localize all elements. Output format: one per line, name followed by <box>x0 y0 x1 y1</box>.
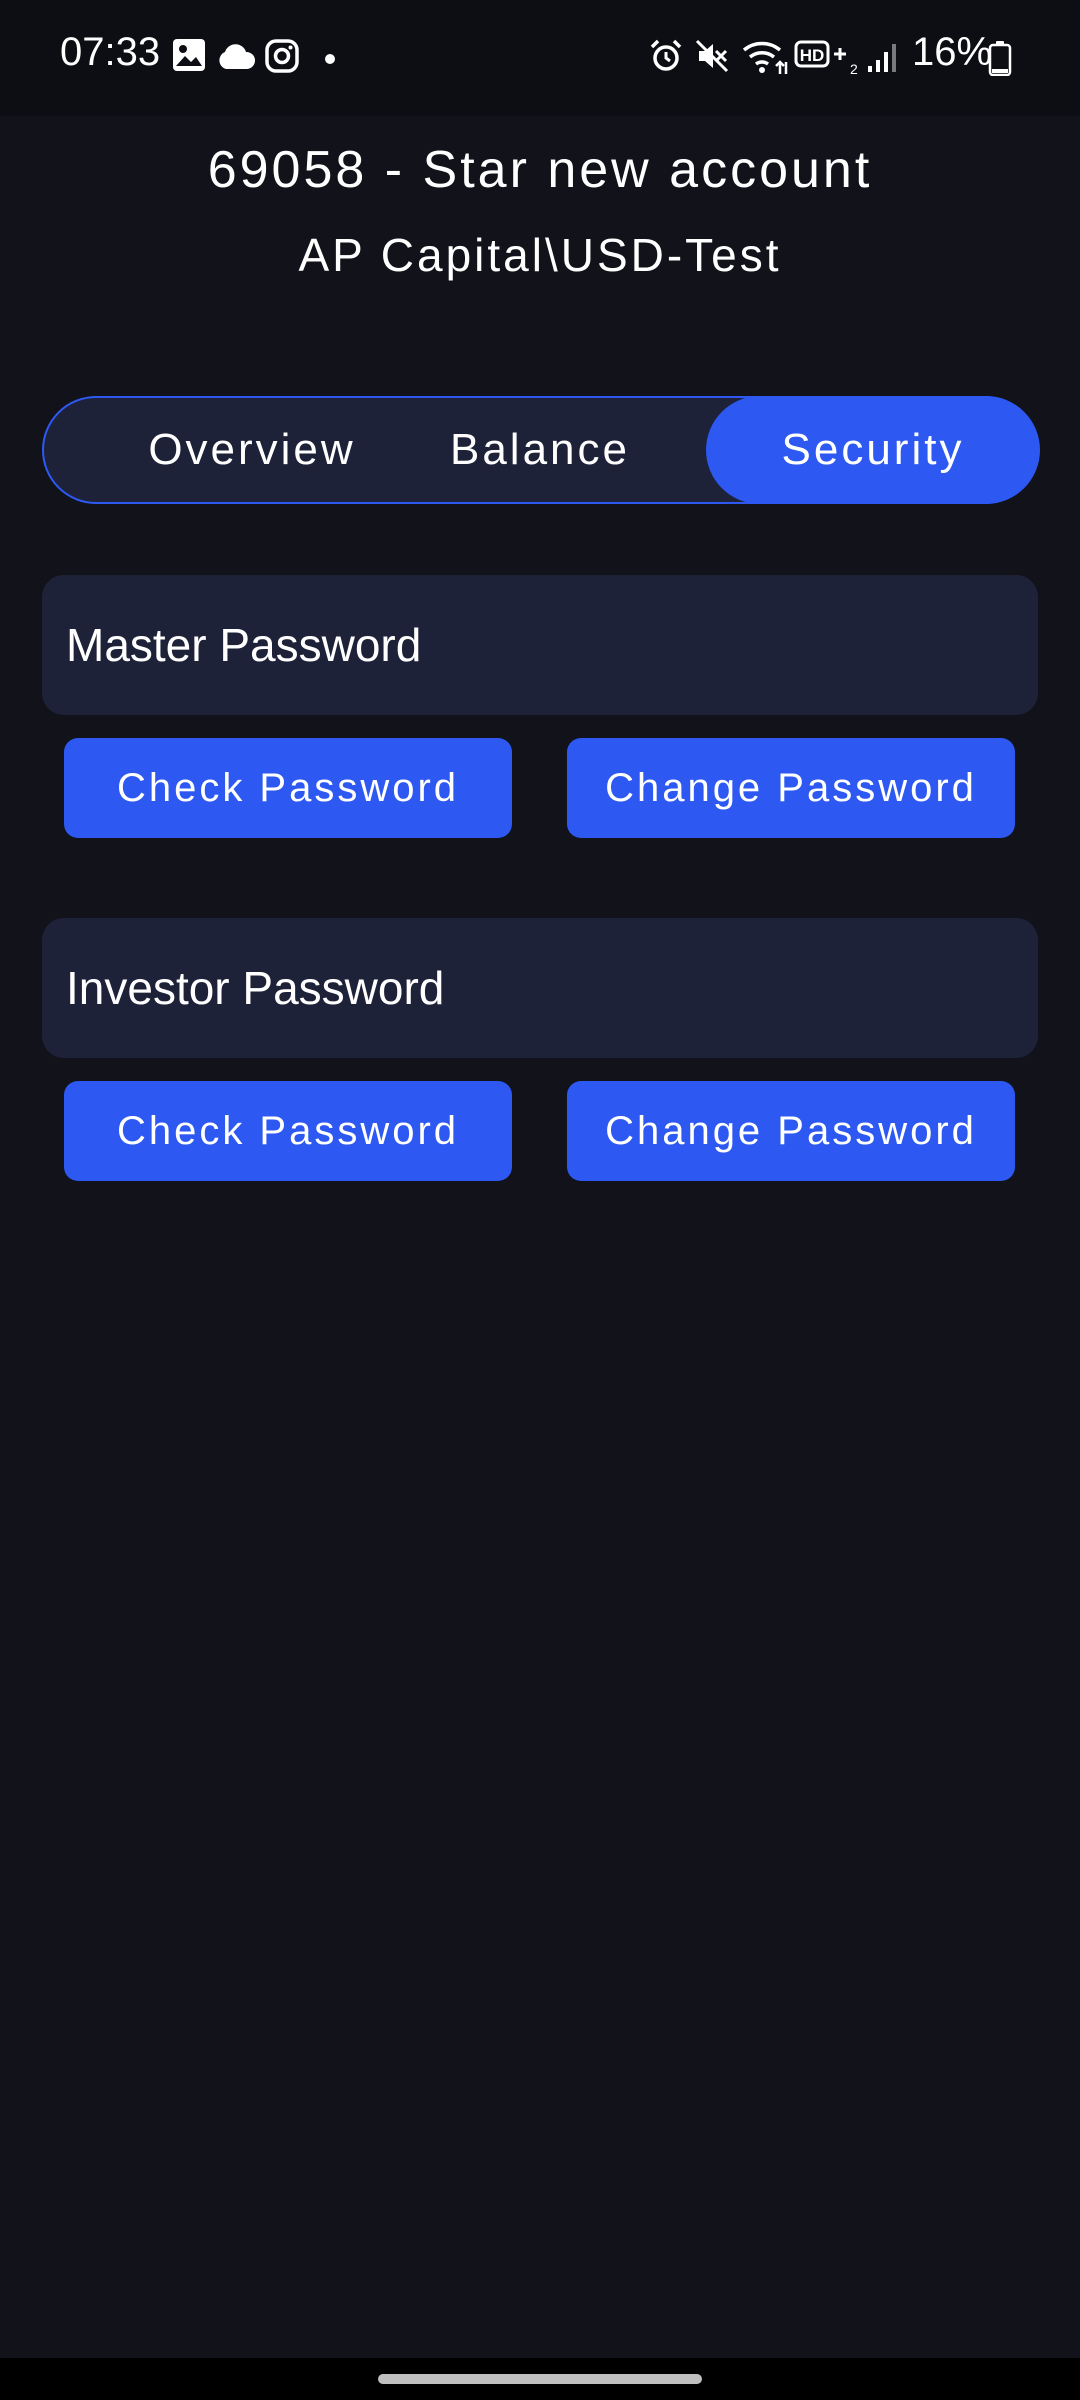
instagram-icon <box>264 38 300 79</box>
tab-security[interactable]: Security <box>706 396 1040 504</box>
status-bar: 07:33 HD 2 16% <box>0 0 1080 116</box>
alarm-icon <box>648 38 684 79</box>
battery-icon <box>988 40 1012 81</box>
svg-text:HD: HD <box>800 46 825 65</box>
dot-icon <box>324 52 336 70</box>
cloud-icon <box>216 44 256 75</box>
signal-icon <box>866 40 900 79</box>
gallery-icon <box>172 38 206 77</box>
navigation-bar <box>0 2358 1080 2400</box>
investor-password-label: Investor Password <box>42 918 1038 1058</box>
master-password-label: Master Password <box>42 575 1038 715</box>
check-master-password-button[interactable]: Check Password <box>64 738 512 838</box>
home-indicator[interactable] <box>378 2374 702 2384</box>
tab-bar: Overview Balance Security <box>42 396 1040 504</box>
mute-icon <box>694 38 730 79</box>
change-investor-password-button[interactable]: Change Password <box>567 1081 1015 1181</box>
battery-percent: 16% <box>912 30 993 74</box>
svg-text:2: 2 <box>850 61 858 76</box>
hd-plus-icon: HD 2 <box>794 40 858 81</box>
account-server: AP Capital\USD-Test <box>298 229 782 281</box>
change-master-password-button[interactable]: Change Password <box>567 738 1015 838</box>
status-time: 07:33 <box>60 30 161 74</box>
tab-overview[interactable]: Overview <box>86 396 418 504</box>
tab-balance[interactable]: Balance <box>374 396 706 504</box>
check-investor-password-button[interactable]: Check Password <box>64 1081 512 1181</box>
screen: 07:33 HD 2 16% 69058 - Star new account … <box>0 0 1080 2400</box>
wifi-icon <box>740 36 788 81</box>
account-title: 69058 - Star new account <box>207 141 873 199</box>
